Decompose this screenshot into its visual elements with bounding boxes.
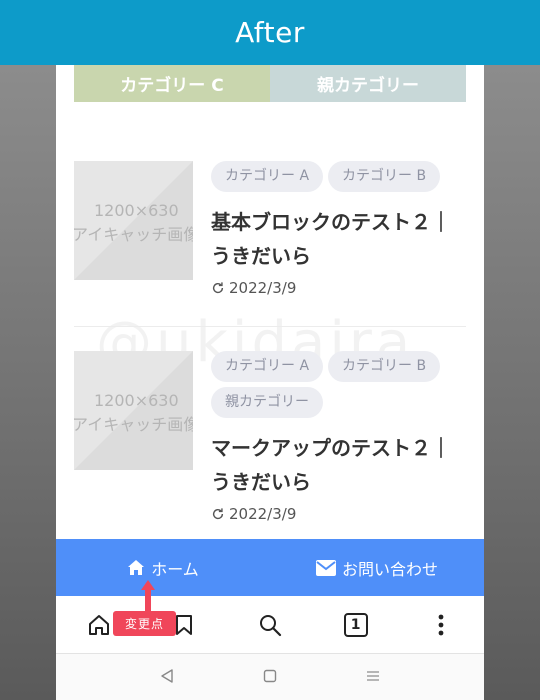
article-info: カテゴリー A カテゴリー B 基本ブロックのテスト２｜うきだいら 2022/3… [211, 161, 466, 297]
back-triangle-icon [161, 668, 174, 683]
contact-menu-label: お問い合わせ [341, 559, 438, 579]
system-navigation-bar [56, 654, 484, 700]
tag-category-a[interactable]: カテゴリー A [211, 161, 324, 192]
tabs-button[interactable]: 1 [336, 605, 376, 645]
more-menu-button[interactable] [421, 605, 461, 645]
banner-title: After [235, 16, 305, 49]
refresh-icon [212, 508, 224, 520]
home-menu-button[interactable]: ホーム [56, 539, 270, 596]
refresh-icon [212, 282, 224, 294]
article-date: 2022/3/9 [211, 279, 466, 297]
recents-lines-icon [366, 670, 379, 681]
article-title[interactable]: マークアップのテスト２｜うきだいら [211, 431, 466, 499]
tag-parent-category[interactable]: 親カテゴリー [211, 387, 323, 418]
change-point-callout: 変更点 [113, 611, 176, 636]
contact-menu-button[interactable]: お問い合わせ [270, 539, 484, 596]
tag-category-a[interactable]: カテゴリー A [211, 351, 324, 382]
search-button[interactable] [250, 605, 290, 645]
recents-button[interactable] [358, 667, 388, 688]
thumb-size-text: 1200×630 [94, 391, 179, 410]
tag-list: カテゴリー A カテゴリー B [211, 161, 466, 192]
kebab-menu-icon [438, 614, 444, 635]
parent-category-link[interactable]: 親カテゴリー [270, 65, 466, 102]
date-text: 2022/3/9 [229, 279, 297, 297]
home-system-button[interactable] [255, 667, 285, 688]
article-divider [74, 326, 466, 327]
bookmark-icon [176, 614, 193, 635]
article-info: カテゴリー A カテゴリー B 親カテゴリー マークアップのテスト２｜うきだいら… [211, 351, 466, 523]
article-thumbnail[interactable]: 1200×630 アイキャッチ画像 [74, 351, 193, 470]
search-icon [259, 614, 282, 636]
tag-category-b[interactable]: カテゴリー B [328, 161, 441, 192]
category-c-link[interactable]: カテゴリー C [74, 65, 270, 102]
home-menu-label: ホーム [151, 559, 199, 579]
back-button[interactable] [152, 667, 182, 688]
fixed-footer-menu: ホーム お問い合わせ [56, 539, 484, 596]
house-outline-icon [88, 614, 109, 635]
tag-category-b[interactable]: カテゴリー B [328, 351, 441, 382]
tag-list: カテゴリー A カテゴリー B 親カテゴリー [211, 351, 466, 418]
article-thumbnail[interactable]: 1200×630 アイキャッチ画像 [74, 161, 193, 280]
phone-screen: @ukidaira カテゴリー C 親カテゴリー 1200×630 アイキャッチ… [56, 65, 484, 700]
tab-count: 1 [343, 612, 368, 637]
thumb-caption-text: アイキャッチ画像 [74, 225, 193, 244]
square-icon [263, 669, 277, 682]
thumb-caption-text: アイキャッチ画像 [74, 415, 193, 434]
date-text: 2022/3/9 [229, 505, 297, 523]
category-strip: カテゴリー C 親カテゴリー [74, 65, 466, 102]
article-card[interactable]: 1200×630 アイキャッチ画像 カテゴリー A カテゴリー B 基本ブロック… [74, 161, 466, 321]
article-title[interactable]: 基本ブロックのテスト２｜うきだいら [211, 205, 466, 273]
article-date: 2022/3/9 [211, 505, 466, 523]
mail-icon [315, 559, 336, 576]
thumb-size-text: 1200×630 [94, 201, 179, 220]
annotation-arrow-stem [145, 589, 151, 613]
home-icon [128, 560, 145, 575]
after-banner: After [0, 0, 540, 65]
article-card[interactable]: 1200×630 アイキャッチ画像 カテゴリー A カテゴリー B 親カテゴリー… [74, 351, 466, 531]
